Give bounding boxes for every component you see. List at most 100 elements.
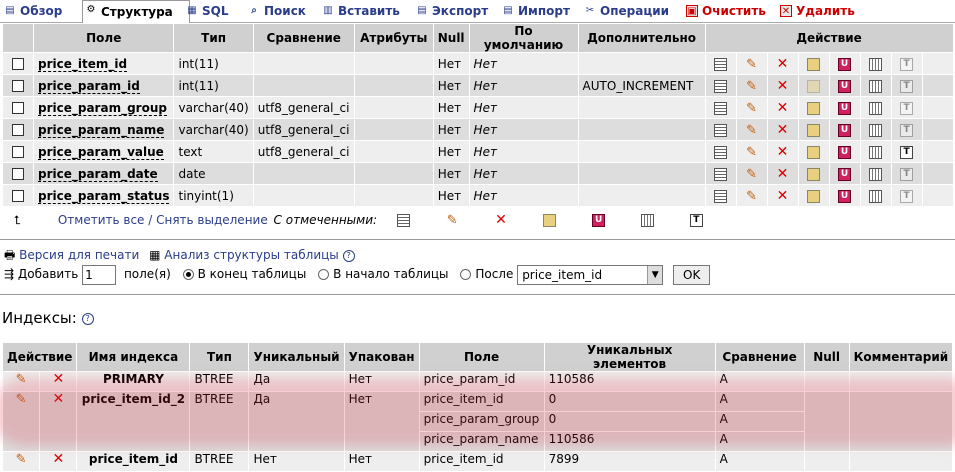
- after-field-select[interactable]: price_item_id ▼: [517, 264, 664, 285]
- fulltext-icon[interactable]: T: [900, 167, 914, 181]
- edit-icon[interactable]: ✎: [446, 214, 459, 227]
- index-icon[interactable]: [869, 57, 883, 71]
- primary-key-icon[interactable]: [807, 79, 821, 93]
- field-name[interactable]: price_param_group: [38, 100, 167, 116]
- field-name[interactable]: price_param_id: [38, 78, 140, 94]
- unique-icon[interactable]: U: [838, 145, 852, 159]
- browse-icon: ▤: [5, 5, 15, 16]
- browse-icon[interactable]: [714, 79, 728, 93]
- fulltext-icon[interactable]: T: [900, 57, 914, 71]
- unique-icon[interactable]: U: [838, 101, 852, 115]
- edit-icon[interactable]: ✎: [745, 102, 758, 115]
- help-icon[interactable]: ?: [342, 249, 355, 262]
- primary-key-icon[interactable]: [807, 123, 821, 137]
- row-checkbox[interactable]: [12, 58, 24, 70]
- delete-icon[interactable]: ✕: [776, 57, 789, 71]
- primary-key-icon[interactable]: [807, 189, 821, 203]
- field-name[interactable]: price_param_date: [38, 166, 158, 182]
- index-icon[interactable]: [869, 167, 883, 181]
- primary-key-icon[interactable]: [807, 145, 821, 159]
- unique-icon[interactable]: U: [838, 57, 852, 71]
- edit-index-icon[interactable]: ✎: [15, 393, 28, 406]
- row-checkbox[interactable]: [12, 102, 24, 114]
- field-count-input[interactable]: 1: [82, 264, 117, 285]
- index-icon[interactable]: [869, 145, 883, 159]
- primary-key-icon[interactable]: [807, 101, 821, 115]
- delete-index-icon[interactable]: ✕: [52, 392, 65, 406]
- tab-operations[interactable]: ✂ Операции: [582, 2, 669, 20]
- edit-icon[interactable]: ✎: [745, 124, 758, 137]
- index-icon[interactable]: [869, 123, 883, 137]
- primary-key-icon[interactable]: [807, 167, 821, 181]
- delete-icon[interactable]: ✕: [495, 213, 508, 227]
- unique-icon[interactable]: U: [838, 189, 852, 203]
- fulltext-icon[interactable]: T: [900, 123, 914, 137]
- tab-search[interactable]: ⌕ Поиск: [246, 2, 306, 20]
- fulltext-icon[interactable]: T: [900, 79, 914, 93]
- unique-icon[interactable]: U: [838, 167, 852, 181]
- tab-insert[interactable]: ▥ Вставить: [320, 2, 400, 20]
- check-all-link[interactable]: Отметить все / Снять выделение: [58, 213, 268, 227]
- radio-begin-of-table[interactable]: [318, 269, 330, 280]
- field-name[interactable]: price_param_value: [38, 144, 164, 160]
- primary-key-icon[interactable]: [543, 214, 557, 227]
- print-view-link[interactable]: Версия для печати: [19, 248, 139, 262]
- index-icon[interactable]: [641, 214, 655, 227]
- browse-icon[interactable]: [714, 57, 728, 71]
- field-name[interactable]: price_param_name: [38, 122, 165, 138]
- unique-icon[interactable]: U: [592, 214, 606, 227]
- row-checkbox[interactable]: [12, 168, 24, 180]
- tab-empty[interactable]: ▣ Очистить: [684, 2, 766, 20]
- ok-button[interactable]: OK: [673, 264, 711, 285]
- browse-icon[interactable]: [714, 189, 728, 203]
- tab-browse[interactable]: ▤ Обзор: [2, 2, 62, 20]
- index-icon[interactable]: [869, 101, 883, 115]
- edit-icon[interactable]: ✎: [745, 58, 758, 71]
- index-collation: A: [719, 412, 728, 426]
- browse-icon[interactable]: [714, 101, 728, 115]
- delete-index-icon[interactable]: ✕: [52, 452, 65, 466]
- tab-sql[interactable]: ▦ SQL: [184, 2, 228, 20]
- row-checkbox[interactable]: [12, 80, 24, 92]
- row-checkbox[interactable]: [12, 146, 24, 158]
- delete-icon[interactable]: ✕: [776, 145, 789, 159]
- delete-icon[interactable]: ✕: [776, 123, 789, 137]
- analyze-link[interactable]: Анализ структуры таблицы: [164, 248, 338, 262]
- browse-icon[interactable]: [396, 214, 410, 227]
- row-checkbox[interactable]: [12, 124, 24, 136]
- edit-icon[interactable]: ✎: [745, 190, 758, 203]
- edit-index-icon[interactable]: ✎: [15, 453, 28, 466]
- fulltext-icon[interactable]: T: [900, 145, 914, 159]
- edit-icon[interactable]: ✎: [745, 146, 758, 159]
- fulltext-icon[interactable]: T: [900, 101, 914, 115]
- tab-export[interactable]: ▤ Экспорт: [414, 2, 488, 20]
- delete-index-icon[interactable]: ✕: [52, 372, 65, 386]
- browse-icon[interactable]: [714, 123, 728, 137]
- tab-structure[interactable]: ⚙ Структура: [82, 0, 190, 23]
- tab-drop[interactable]: ✕ Удалить: [778, 2, 855, 20]
- fields-header-row: Поле Тип Сравнение Атрибуты Null По умол…: [3, 24, 953, 52]
- field-name[interactable]: price_param_status: [38, 188, 170, 204]
- edit-icon[interactable]: ✎: [745, 168, 758, 181]
- tab-import[interactable]: ▤ Импорт: [500, 2, 570, 20]
- help-icon[interactable]: ?: [81, 312, 94, 325]
- radio-end-of-table[interactable]: [182, 269, 194, 280]
- index-icon[interactable]: [869, 79, 883, 93]
- index-icon[interactable]: [869, 189, 883, 203]
- delete-icon[interactable]: ✕: [776, 101, 789, 115]
- browse-icon[interactable]: [714, 145, 728, 159]
- unique-icon[interactable]: U: [838, 79, 852, 93]
- unique-icon[interactable]: U: [838, 123, 852, 137]
- browse-icon[interactable]: [714, 167, 728, 181]
- delete-icon[interactable]: ✕: [776, 167, 789, 181]
- fulltext-icon[interactable]: T: [689, 214, 703, 227]
- field-name[interactable]: price_item_id: [38, 56, 128, 72]
- edit-icon[interactable]: ✎: [745, 80, 758, 93]
- primary-key-icon[interactable]: [807, 57, 821, 71]
- delete-icon[interactable]: ✕: [776, 79, 789, 93]
- delete-icon[interactable]: ✕: [776, 189, 789, 203]
- row-checkbox[interactable]: [12, 190, 24, 202]
- radio-after[interactable]: [460, 269, 472, 280]
- edit-index-icon[interactable]: ✎: [15, 373, 28, 386]
- fulltext-icon[interactable]: T: [900, 189, 914, 203]
